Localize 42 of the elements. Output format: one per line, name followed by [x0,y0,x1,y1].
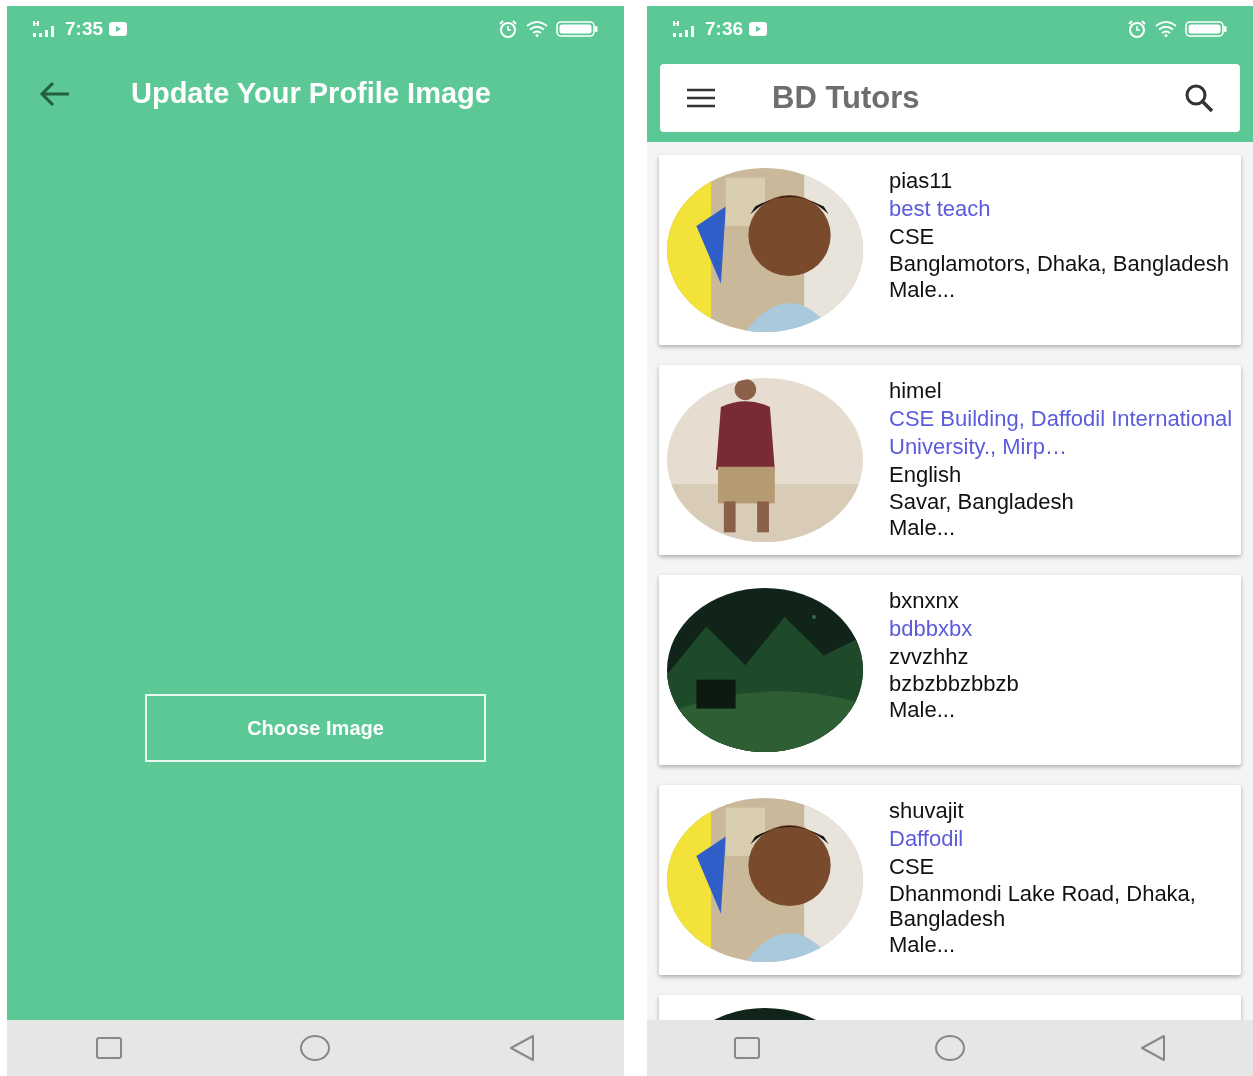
recent-apps-icon[interactable] [734,1037,761,1059]
tutor-subject: English [889,461,963,489]
video-icon [109,22,128,36]
wifi-icon [526,21,548,37]
alarm-icon [498,20,518,38]
battery-icon [556,21,598,37]
tutor-headline: bdbbxbx [889,615,974,643]
wifi-icon [1155,21,1177,37]
tutor-subject: CSE [889,223,936,251]
tutor-gender: Male... [889,514,957,542]
tutor-location: Banglamotors, Dhaka, Bangladesh [889,251,1230,276]
app-title: BD Tutors [772,78,921,117]
status-time: 7:35 [65,16,104,41]
tutor-gender: Male... [889,696,957,724]
home-icon[interactable] [300,1035,331,1061]
tutor-location: bzbzbbzbbzb [889,671,1020,696]
tutor-name: pias11 [889,167,954,195]
tutor-name: himel [889,377,943,405]
home-icon[interactable] [935,1035,965,1061]
tutor-subject: zvvzhhz [889,643,970,671]
tutor-headline: best teach [889,195,992,223]
recent-apps-icon[interactable] [96,1037,123,1059]
tutor-gender: Male... [889,931,957,959]
tutor-location: Dhanmondi Lake Road, Dhaka, Bangladesh [889,881,1197,931]
search-icon[interactable] [1184,83,1214,113]
back-icon[interactable] [1139,1035,1166,1061]
tutor-name: shuvajit [889,797,965,825]
tutor-name: bxnxnx [889,587,960,615]
back-icon[interactable] [508,1035,535,1061]
battery-icon [1185,21,1227,37]
tutor-location: Savar, Bangladesh [889,489,1075,514]
choose-image-button[interactable]: Choose Image [145,694,486,762]
alarm-icon [1127,20,1147,38]
tutor-headline: Daffodil [889,825,965,853]
tutor-gender: Male... [889,276,957,304]
tutor-headline: CSE Building, Daffodil International University., Mirp… [889,405,1234,461]
status-time: 7:36 [705,16,744,41]
screen-title: Update Your Profile Image [131,76,491,112]
video-icon [749,22,768,36]
tutor-subject: CSE [889,853,936,881]
back-arrow-icon[interactable] [39,81,71,107]
menu-icon[interactable] [686,88,716,108]
